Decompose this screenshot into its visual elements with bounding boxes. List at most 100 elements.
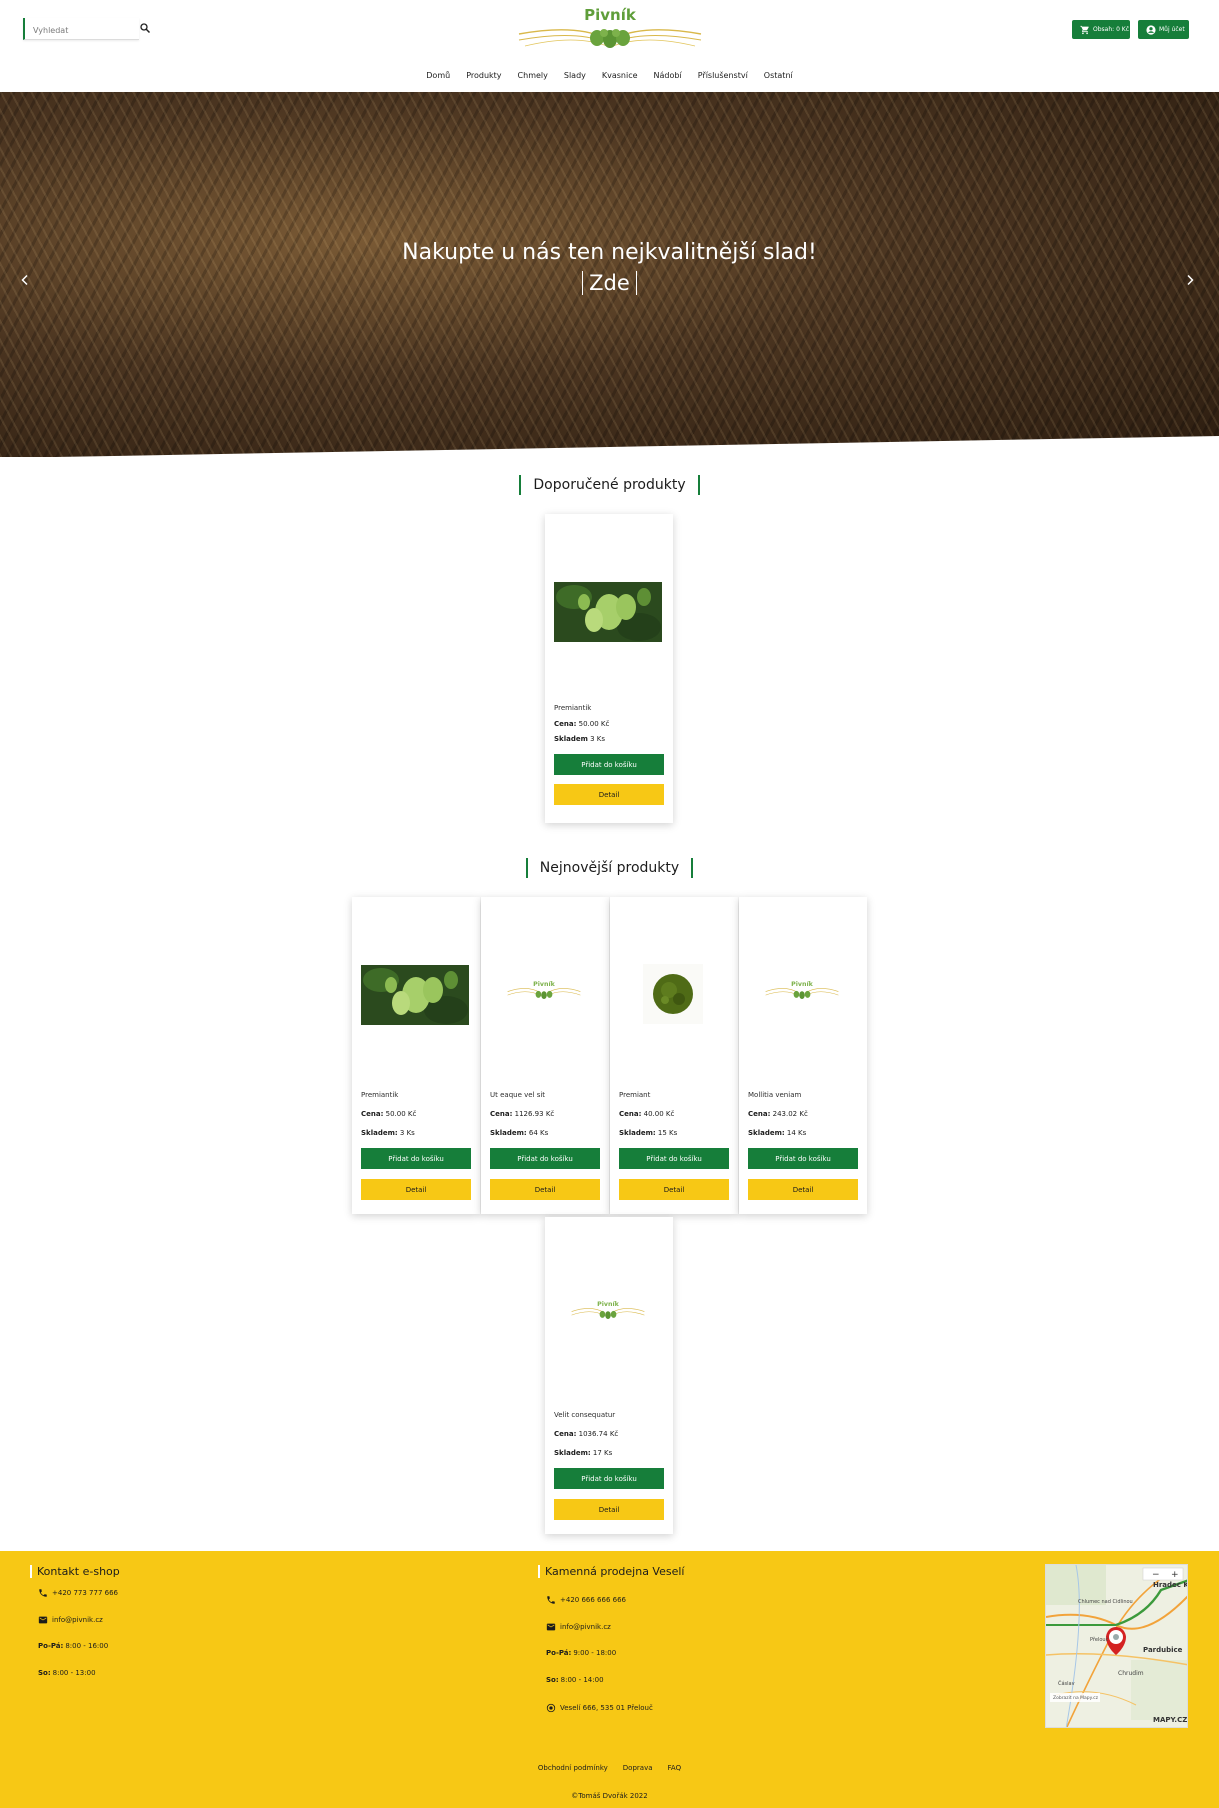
footer-links: Obchodní podmínky Doprava FAQ <box>0 1764 1219 1772</box>
hours-value: 8:00 - 16:00 <box>65 1642 109 1650</box>
price-label: Cena: <box>361 1110 384 1118</box>
cart-button[interactable]: Obsah: 0 Kč <box>1072 20 1130 39</box>
price-value: 1126.93 Kč <box>514 1110 555 1118</box>
price-value: 1036.74 Kč <box>578 1430 619 1438</box>
map-zoom-in-button[interactable]: + <box>1171 1570 1179 1580</box>
map-label: Přelouč <box>1090 1636 1109 1643</box>
hero-title: Nakupte u nás ten nejkvalitnější slad! <box>402 240 817 265</box>
nav-item-produkty[interactable]: Produkty <box>458 71 509 80</box>
account-icon <box>1146 24 1156 35</box>
footer-link-faq[interactable]: FAQ <box>668 1764 682 1772</box>
email-text: info@pivnik.cz <box>52 1616 103 1624</box>
newest-title: Nejnovější produkty <box>525 858 694 878</box>
site-logo[interactable]: Pivník <box>515 4 705 54</box>
account-button[interactable]: Můj účet <box>1138 20 1189 39</box>
site-header: Pivník Obsah: 0 Kč Můj účet Domů Produkt… <box>0 0 1219 92</box>
email-text: info@pivnik.cz <box>560 1623 611 1631</box>
map-zoom-out-button[interactable]: − <box>1152 1570 1160 1580</box>
detail-button[interactable]: Detail <box>619 1179 729 1200</box>
footer-eshop-email[interactable]: info@pivnik.cz <box>38 1615 103 1625</box>
cart-icon <box>1080 25 1089 34</box>
stock-value: 3 Ks <box>399 1129 415 1137</box>
hours-value: 8:00 - 14:00 <box>560 1676 604 1684</box>
footer-store-address[interactable]: Veselí 666, 535 01 Přelouč <box>546 1703 653 1713</box>
stock-label: Skladem <box>554 735 588 743</box>
stock-label: Skladem: <box>361 1129 398 1137</box>
add-to-cart-button[interactable]: Přidat do košíku <box>490 1148 600 1169</box>
footer-store-hours-weekday: Po-Pá: 9:00 - 18:00 <box>546 1649 616 1657</box>
detail-button[interactable]: Detail <box>490 1179 600 1200</box>
detail-button[interactable]: Detail <box>748 1179 858 1200</box>
search-icon[interactable] <box>139 22 151 34</box>
hours-label: Po-Pá: <box>546 1649 572 1657</box>
product-image-logo-placeholder[interactable]: Pivník <box>554 1292 662 1334</box>
phone-icon <box>39 1589 47 1597</box>
detail-button[interactable]: Detail <box>361 1179 471 1200</box>
map-open-link[interactable]: Zobrazit na Mapy.cz <box>1053 1695 1099 1701</box>
search-input[interactable] <box>25 20 139 41</box>
nav-item-domu[interactable]: Domů <box>418 71 458 80</box>
stock-value: 14 Ks <box>786 1129 807 1137</box>
cart-label: Obsah: 0 Kč <box>1093 26 1130 33</box>
search-box[interactable] <box>23 18 139 41</box>
footer-eshop-hours-weekday: Po-Pá: 8:00 - 16:00 <box>38 1642 108 1650</box>
product-image-hops-photo[interactable] <box>554 582 662 642</box>
product-image-logo-placeholder[interactable]: Pivník <box>748 972 856 1014</box>
price-value: 50.00 Kč <box>385 1110 417 1118</box>
footer-store-hours-sat: So: 8:00 - 14:00 <box>546 1676 604 1684</box>
nav-item-slady[interactable]: Slady <box>556 71 594 80</box>
product-price: Cena: 50.00 Kč <box>554 720 609 728</box>
stock-label: Skladem: <box>554 1449 591 1457</box>
product-name[interactable]: Velit consequatur <box>554 1411 615 1419</box>
detail-button[interactable]: Detail <box>554 1499 664 1520</box>
nav-item-nadobi[interactable]: Nádobí <box>646 71 690 80</box>
product-card: Premiantik Cena: 50.00 Kč Skladem: 3 Ks … <box>352 897 480 1214</box>
svg-text:Pivník: Pivník <box>791 980 814 988</box>
hours-label: So: <box>546 1676 559 1684</box>
add-to-cart-button[interactable]: Přidat do košíku <box>619 1148 729 1169</box>
product-name[interactable]: Premiant <box>619 1091 650 1099</box>
footer-eshop-phone[interactable]: +420 773 777 666 <box>38 1588 118 1598</box>
product-stock: Skladem: 3 Ks <box>361 1129 415 1137</box>
carousel-next-icon[interactable] <box>1184 274 1196 286</box>
map-label: Čáslav <box>1058 1680 1075 1687</box>
detail-button[interactable]: Detail <box>554 784 664 805</box>
stock-value: 3 Ks <box>590 735 606 743</box>
price-value: 40.00 Kč <box>643 1110 675 1118</box>
hero-typed-text[interactable]: Zde <box>582 271 637 295</box>
footer-eshop-title: Kontakt e-shop <box>30 1565 120 1578</box>
product-name[interactable]: Mollitia veniam <box>748 1091 801 1099</box>
nav-item-ostatni[interactable]: Ostatní <box>756 71 801 80</box>
footer-link-shipping[interactable]: Doprava <box>623 1764 653 1772</box>
product-stock: Skladem: 15 Ks <box>619 1129 677 1137</box>
add-to-cart-button[interactable]: Přidat do košíku <box>361 1148 471 1169</box>
add-to-cart-button[interactable]: Přidat do košíku <box>554 754 664 775</box>
copyright: ©Tomáš Dvořák 2022 <box>571 1792 648 1800</box>
product-name[interactable]: Ut eaque vel sit <box>490 1091 545 1099</box>
carousel-prev-icon[interactable] <box>19 274 31 286</box>
add-to-cart-button[interactable]: Přidat do košíku <box>554 1468 664 1489</box>
store-map[interactable]: Hradec Králové Pardubice Chlumec nad Cid… <box>1045 1564 1188 1728</box>
nav-item-kvasnice[interactable]: Kvasnice <box>594 71 646 80</box>
footer-store-phone[interactable]: +420 666 666 666 <box>546 1595 626 1605</box>
price-label: Cena: <box>490 1110 513 1118</box>
product-name[interactable]: Premiantik <box>361 1091 398 1099</box>
hours-value: 8:00 - 13:00 <box>52 1669 96 1677</box>
nav-item-prislusenstvi[interactable]: Příslušenství <box>690 71 756 80</box>
footer-store-email[interactable]: info@pivnik.cz <box>546 1622 611 1632</box>
stock-value: 15 Ks <box>657 1129 678 1137</box>
product-image-hop-pellet[interactable] <box>619 955 727 1033</box>
footer-link-terms[interactable]: Obchodní podmínky <box>538 1764 608 1772</box>
phone-text: +420 773 777 666 <box>52 1589 118 1597</box>
location-icon <box>546 1703 556 1713</box>
product-name[interactable]: Premiantik <box>554 704 591 712</box>
product-image-logo-placeholder[interactable]: Pivník <box>490 972 598 1014</box>
product-image-hops-photo[interactable] <box>361 965 469 1025</box>
add-to-cart-button[interactable]: Přidat do košíku <box>748 1148 858 1169</box>
phone-text: +420 666 666 666 <box>560 1596 626 1604</box>
featured-title: Doporučené produkty <box>519 475 700 495</box>
price-label: Cena: <box>554 1430 577 1438</box>
map-image: Hradec Králové Pardubice Chlumec nad Cid… <box>1046 1565 1187 1727</box>
nav-item-chmely[interactable]: Chmely <box>510 71 556 80</box>
product-card: Pivník Mollitia veniam Cena: 243.02 Kč S… <box>739 897 867 1214</box>
